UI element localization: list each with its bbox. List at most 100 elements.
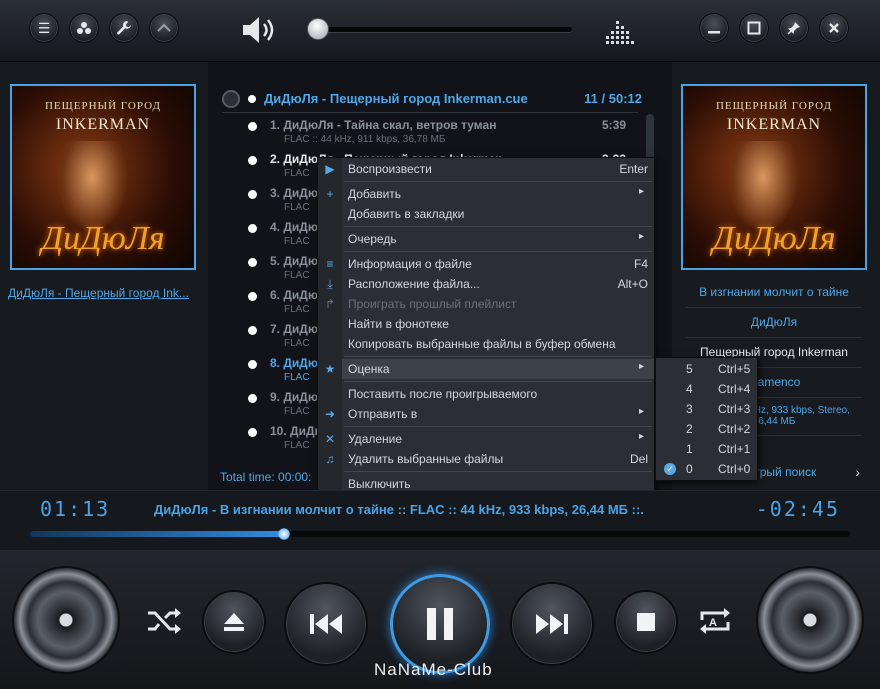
track-bullet — [248, 394, 257, 403]
playlists-icon[interactable] — [69, 13, 99, 43]
track-info: FLAC — [284, 236, 310, 247]
album-cover-right[interactable]: ПЕЩЕРНЫЙ ГОРОД INKERMAN ДиДюЛя — [681, 84, 867, 270]
track-duration: 5:39 — [601, 118, 626, 132]
menu-separator — [344, 356, 652, 357]
menu-separator — [344, 251, 652, 252]
rating-option[interactable]: 4 Ctrl+4 — [656, 379, 757, 399]
playlist-dot — [248, 95, 256, 103]
total-time: Total time: 00:00: — [220, 470, 312, 484]
menu-item-remove[interactable]: Удаление ▸ — [342, 429, 654, 449]
menu-item-find-library[interactable]: Найти в фонотеке — [342, 314, 654, 334]
remaining-time[interactable]: -02:45 — [756, 497, 840, 521]
menu-item-rating[interactable]: Оценка ▸ — [342, 359, 654, 379]
submenu-arrow-icon: ▸ — [638, 361, 644, 372]
track-info: FLAC — [284, 372, 310, 383]
plus-icon: + — [326, 187, 334, 201]
track-row[interactable]: 1. ДиДюЛя - Тайна скал, ветров туман FLA… — [222, 115, 638, 149]
next-icon — [536, 614, 568, 634]
rating-option[interactable]: 1 Ctrl+1 — [656, 439, 757, 459]
stop-button[interactable] — [614, 590, 678, 654]
cover-subtitle: ПЕЩЕРНЫЙ ГОРОД — [715, 100, 832, 112]
status-bar: 01:13 ДиДюЛя - В изгнании молчит о тайне… — [0, 490, 880, 550]
menu-item-send-to[interactable]: Отправить в ▸ — [342, 404, 654, 424]
return-icon: ↱ — [324, 297, 336, 311]
track-bullet — [248, 122, 257, 131]
track-bullet — [248, 258, 257, 267]
volume-slider-track[interactable] — [310, 27, 572, 32]
rating-option-selected[interactable]: ✓ 0 Ctrl+0 — [656, 459, 757, 479]
menu-item-file-location[interactable]: Расположение файла... Alt+O — [342, 274, 654, 294]
cover-band: ДиДюЛя — [712, 220, 836, 257]
menu-separator — [344, 426, 652, 427]
cover-band: ДиДюЛя — [41, 220, 165, 257]
minimize-icon[interactable] — [699, 13, 729, 43]
previous-icon — [310, 614, 342, 634]
menu-separator — [344, 471, 652, 472]
menu-icon[interactable]: ☰ — [29, 13, 59, 43]
menu-item-delete-files[interactable]: Удалить выбранные файлы Del — [342, 449, 654, 469]
playlist-title: ДиДюЛя - Пещерный город Inkerman.cue — [264, 91, 528, 106]
seek-bar-fill — [30, 531, 284, 537]
eject-icon — [224, 613, 244, 631]
playlist-header[interactable]: ДиДюЛя - Пещерный город Inkerman.cue 11 … — [222, 88, 642, 110]
track-info: FLAC :: 44 kHz, 911 kbps, 36,78 МБ — [284, 134, 446, 145]
volume-slider-knob[interactable] — [307, 18, 329, 40]
maximize-icon[interactable] — [739, 13, 769, 43]
menu-item-play[interactable]: Воспроизвести Enter — [342, 159, 654, 179]
pause-button[interactable] — [390, 574, 490, 674]
svg-text:A: A — [709, 617, 717, 629]
menu-separator — [344, 226, 652, 227]
shuffle-icon[interactable] — [146, 606, 182, 639]
chevron-right-icon: › — [855, 464, 860, 480]
track-info: FLAC — [284, 304, 310, 315]
submenu-arrow-icon: ▸ — [638, 231, 644, 242]
album-cover-left[interactable]: ПЕЩЕРНЫЙ ГОРОД INKERMAN ДиДюЛя — [10, 84, 196, 270]
info-track-title: В изгнании молчит о тайне — [686, 285, 862, 308]
menu-item-queue[interactable]: Очередь ▸ — [342, 229, 654, 249]
menu-item-bookmark[interactable]: Добавить в закладки — [342, 204, 654, 224]
rating-option[interactable]: 2 Ctrl+2 — [656, 419, 757, 439]
speaker-right-icon — [756, 566, 864, 674]
track-bullet — [248, 428, 257, 437]
folder-location-icon: ⤓ — [327, 277, 333, 291]
cover-subtitle: ПЕЩЕРНЫЙ ГОРОД — [44, 100, 161, 112]
playlist-divider — [222, 112, 638, 113]
pin-icon[interactable] — [779, 13, 809, 43]
previous-button[interactable] — [284, 582, 368, 666]
star-icon: ★ — [324, 362, 336, 376]
repeat-icon[interactable]: A — [696, 604, 734, 641]
eject-button[interactable] — [202, 590, 266, 654]
menu-item-file-info[interactable]: Информация о файле F4 — [342, 254, 654, 274]
menu-item-copy-files[interactable]: Копировать выбранные файлы в буфер обмен… — [342, 334, 654, 354]
equalizer-icon[interactable] — [604, 16, 636, 44]
close-icon[interactable] — [819, 13, 849, 43]
music-note-icon: ♫ — [325, 452, 335, 466]
play-icon: ▶ — [325, 162, 335, 176]
track-info: FLAC — [284, 270, 310, 281]
submenu-arrow-icon: ▸ — [638, 186, 644, 197]
volume-icon[interactable] — [240, 14, 280, 46]
info-icon: ≡ — [326, 257, 334, 271]
cover-title: INKERMAN — [55, 116, 151, 133]
track-info: FLAC — [284, 202, 310, 213]
wrench-icon[interactable] — [109, 13, 139, 43]
track-bullet — [248, 156, 257, 165]
menu-item-add[interactable]: Добавить ▸ — [342, 184, 654, 204]
elapsed-time[interactable]: 01:13 — [40, 497, 110, 521]
track-bullet — [248, 326, 257, 335]
menu-separator — [344, 181, 652, 182]
seek-bar-handle[interactable] — [278, 528, 290, 540]
album-link[interactable]: ДиДюЛя - Пещерный город Ink... — [8, 286, 204, 300]
menu-item-play-after[interactable]: Поставить после проигрываемого — [342, 384, 654, 404]
track-info: FLAC — [284, 338, 310, 349]
track-info: FLAC — [284, 440, 310, 451]
cover-figure — [728, 141, 798, 231]
now-playing-text: ДиДюЛя - В изгнании молчит о тайне :: FL… — [154, 502, 644, 517]
next-button[interactable] — [510, 582, 594, 666]
track-info: FLAC — [284, 168, 310, 179]
rating-option[interactable]: 5 Ctrl+5 — [656, 359, 757, 379]
rating-option[interactable]: 3 Ctrl+3 — [656, 399, 757, 419]
cover-title: INKERMAN — [726, 116, 822, 133]
track-title: 1. ДиДюЛя - Тайна скал, ветров туман — [270, 118, 497, 132]
chevron-up-icon[interactable] — [149, 13, 179, 43]
